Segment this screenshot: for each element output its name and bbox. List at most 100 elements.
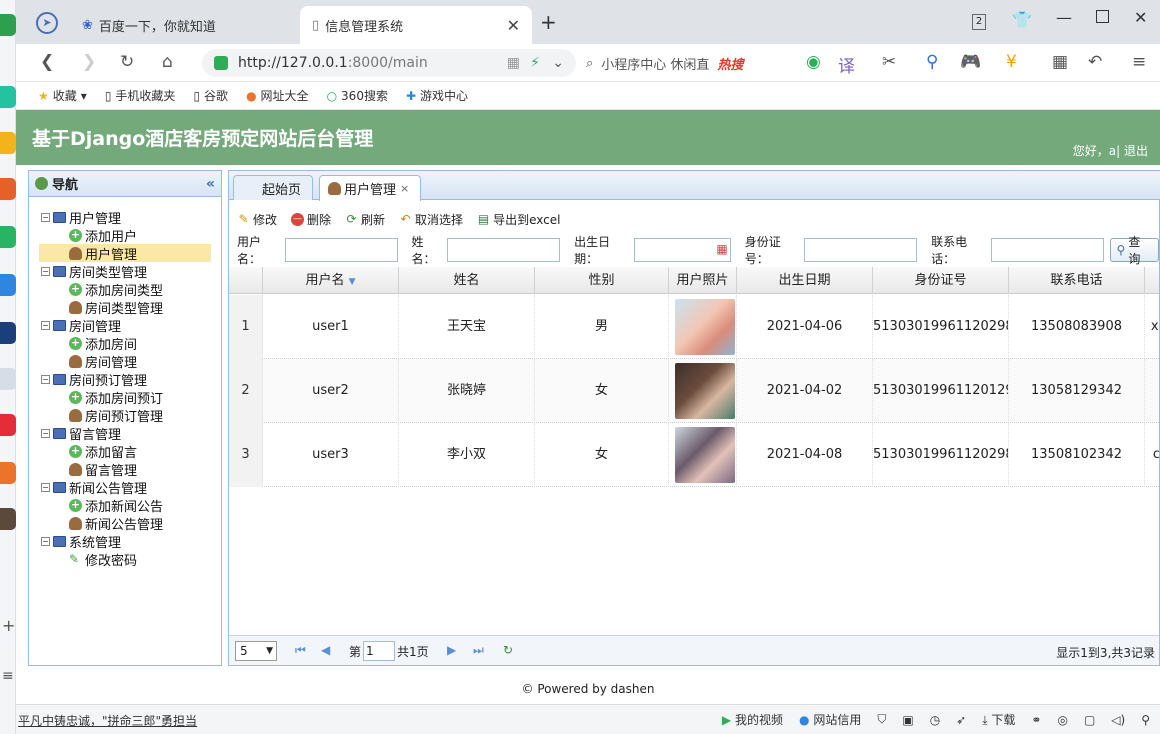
doc-icon[interactable] <box>0 368 16 390</box>
header-gender[interactable]: 性别 <box>535 267 669 294</box>
collapse-toggle-icon[interactable]: − <box>41 266 50 276</box>
bookmark-sites[interactable]: ● 网址大全 <box>246 87 309 104</box>
undo-icon[interactable]: ↶ <box>1088 52 1102 72</box>
game-icon[interactable] <box>0 462 16 484</box>
nav-item[interactable]: + 添加新闻公告 <box>39 496 163 515</box>
nav-item[interactable]: 用户管理 <box>39 244 211 263</box>
nav-item[interactable]: 新闻公告管理 <box>39 514 163 533</box>
my-video-button[interactable]: ▶ 我的视频 <box>722 711 783 728</box>
last-page-icon[interactable]: ⏭ <box>473 643 484 658</box>
close-window-icon[interactable]: ✕ <box>1134 8 1147 27</box>
nav-group[interactable]: − 用户管理 <box>41 208 121 227</box>
shield-icon[interactable]: ⛉ <box>877 712 886 727</box>
menu-lines-icon[interactable]: ≡ <box>2 668 14 684</box>
birthdate-input[interactable]: ▦ <box>633 238 731 262</box>
status-news-link[interactable]: 平凡中铸忠诚，"拼命三郎"勇担当 <box>18 712 197 729</box>
nav-item[interactable]: ✎ 修改密码 <box>39 550 137 569</box>
app-p-icon[interactable] <box>0 274 16 296</box>
rocket-icon[interactable]: ➶ <box>956 713 966 727</box>
export-button[interactable]: ▤ 导出到excel <box>477 211 561 228</box>
nav-group[interactable]: − 房间类型管理 <box>41 262 147 281</box>
menu-icon[interactable]: ≡ <box>1132 52 1146 72</box>
window-icon[interactable]: ▢ <box>1084 713 1095 727</box>
nav-item[interactable]: + 添加用户 <box>39 226 137 245</box>
new-tab-button[interactable]: + <box>540 10 557 34</box>
close-tab-icon[interactable]: ✕ <box>507 16 520 35</box>
nav-group[interactable]: − 新闻公告管理 <box>41 478 147 497</box>
next-page-icon[interactable]: ▶ <box>447 643 456 657</box>
header-phone[interactable]: 联系电话 <box>1009 267 1145 294</box>
bookmark-favorites[interactable]: ★ 收藏 ▾ <box>38 87 87 104</box>
user-photo[interactable] <box>675 363 735 419</box>
tab-count-badge[interactable]: 2 <box>972 14 986 30</box>
table-row[interactable]: 1 user1 王天宝男 2021-04-06 51303019961120298 135… <box>229 295 1159 359</box>
idcard-input[interactable] <box>804 238 918 262</box>
header-photo[interactable]: 用户照片 <box>669 267 737 294</box>
bookmark-mobile[interactable]: ▯ 手机收藏夹 <box>105 87 176 104</box>
site-credit-button[interactable]: ● 网站信用 <box>799 711 861 728</box>
query-button[interactable]: ⚲ 查询 <box>1109 235 1159 266</box>
add-sidebar-icon[interactable]: + <box>2 616 15 635</box>
star-icon[interactable] <box>0 132 16 154</box>
app-dark-icon[interactable] <box>0 508 16 530</box>
refresh-button[interactable]: ⟳ 刷新 <box>345 211 386 228</box>
gamepad-icon[interactable]: 🎮 <box>960 52 981 72</box>
collapse-toggle-icon[interactable]: − <box>41 374 50 384</box>
browser-logo-icon[interactable] <box>0 14 16 36</box>
mail-icon[interactable] <box>0 226 16 248</box>
chevron-down-icon[interactable]: ⌄ <box>552 55 564 71</box>
browser-icon[interactable]: ◎ <box>1057 713 1067 727</box>
forward-icon[interactable]: ❯ <box>82 52 96 72</box>
weibo-icon[interactable] <box>0 178 16 200</box>
address-bar[interactable]: http://127.0.0.1:8000/main ▦ ⚡ ⌄ <box>202 49 576 77</box>
extension-green-icon[interactable]: ◉ <box>806 52 821 72</box>
collapse-icon[interactable]: « <box>206 176 215 192</box>
header-username[interactable]: 用户名 ▼ <box>263 267 399 294</box>
header-name[interactable]: 姓名 <box>399 267 535 294</box>
volume-icon[interactable]: ◁) <box>1111 713 1125 727</box>
delete-button[interactable]: — 删除 <box>291 211 331 228</box>
minimize-icon[interactable]: — <box>1056 8 1072 27</box>
header-birth[interactable]: 出生日期 <box>737 267 873 294</box>
browser-tab-baidu[interactable]: ❀ 百度一下，你就知道 <box>70 6 296 44</box>
header-idcard[interactable]: 身份证号 <box>873 267 1009 294</box>
tab-home[interactable]: 起始页 <box>233 175 313 200</box>
image-icon[interactable]: ▣ <box>902 713 913 727</box>
page-number-input[interactable]: 1 <box>363 641 395 661</box>
home-icon[interactable]: ⌂ <box>162 52 173 72</box>
prev-page-icon[interactable]: ◀ <box>321 643 330 657</box>
edit-button[interactable]: ✎ 修改 <box>237 211 277 228</box>
reload-page-icon[interactable]: ↻ <box>503 643 513 657</box>
collapse-toggle-icon[interactable]: − <box>41 320 50 330</box>
user-photo[interactable] <box>675 299 735 355</box>
nav-item[interactable]: + 添加房间预订 <box>39 388 163 407</box>
nav-item[interactable]: + 添加房间类型 <box>39 280 163 299</box>
nav-item[interactable]: 房间管理 <box>39 352 137 371</box>
bookmark-360[interactable]: ○ 360搜索 <box>327 87 388 104</box>
coin-icon[interactable]: ¥ <box>1006 52 1017 72</box>
search-box[interactable]: ⌕ 小程序中心 休闲直 热搜 <box>576 49 796 77</box>
close-icon[interactable]: × <box>400 182 409 195</box>
nav-item[interactable]: 房间类型管理 <box>39 298 163 317</box>
scissors-icon[interactable]: ✂ <box>882 52 896 72</box>
bolt-icon[interactable]: ⚡ <box>530 55 540 71</box>
download-button[interactable]: ⤓ 下载 <box>982 711 1015 728</box>
app-red-icon[interactable] <box>0 414 16 436</box>
zoom-icon[interactable]: ⚲ <box>926 52 938 72</box>
link-icon[interactable]: ⚭ <box>1031 713 1041 727</box>
translate-icon[interactable]: 译 <box>838 52 855 77</box>
sidebar-app-icon[interactable] <box>0 86 16 108</box>
page-size-select[interactable]: 5 ▼ <box>235 641 277 661</box>
apps-grid-icon[interactable]: ▦ <box>1052 52 1068 72</box>
nav-group[interactable]: − 房间预订管理 <box>41 370 147 389</box>
reload-icon[interactable]: ↻ <box>120 52 134 72</box>
table-row[interactable]: 2 user2 张晓婷女 2021-04-02 51303019961120129 130… <box>229 359 1159 423</box>
username-input[interactable] <box>284 238 398 262</box>
collapse-toggle-icon[interactable]: − <box>41 536 50 546</box>
hot-search-label[interactable]: 热搜 <box>717 54 743 73</box>
nav-group[interactable]: − 留言管理 <box>41 424 121 443</box>
name-input[interactable] <box>447 238 561 262</box>
calendar-icon[interactable]: ▦ <box>716 242 727 256</box>
unselect-button[interactable]: ↶ 取消选择 <box>399 211 464 228</box>
nav-group[interactable]: − 房间管理 <box>41 316 121 335</box>
